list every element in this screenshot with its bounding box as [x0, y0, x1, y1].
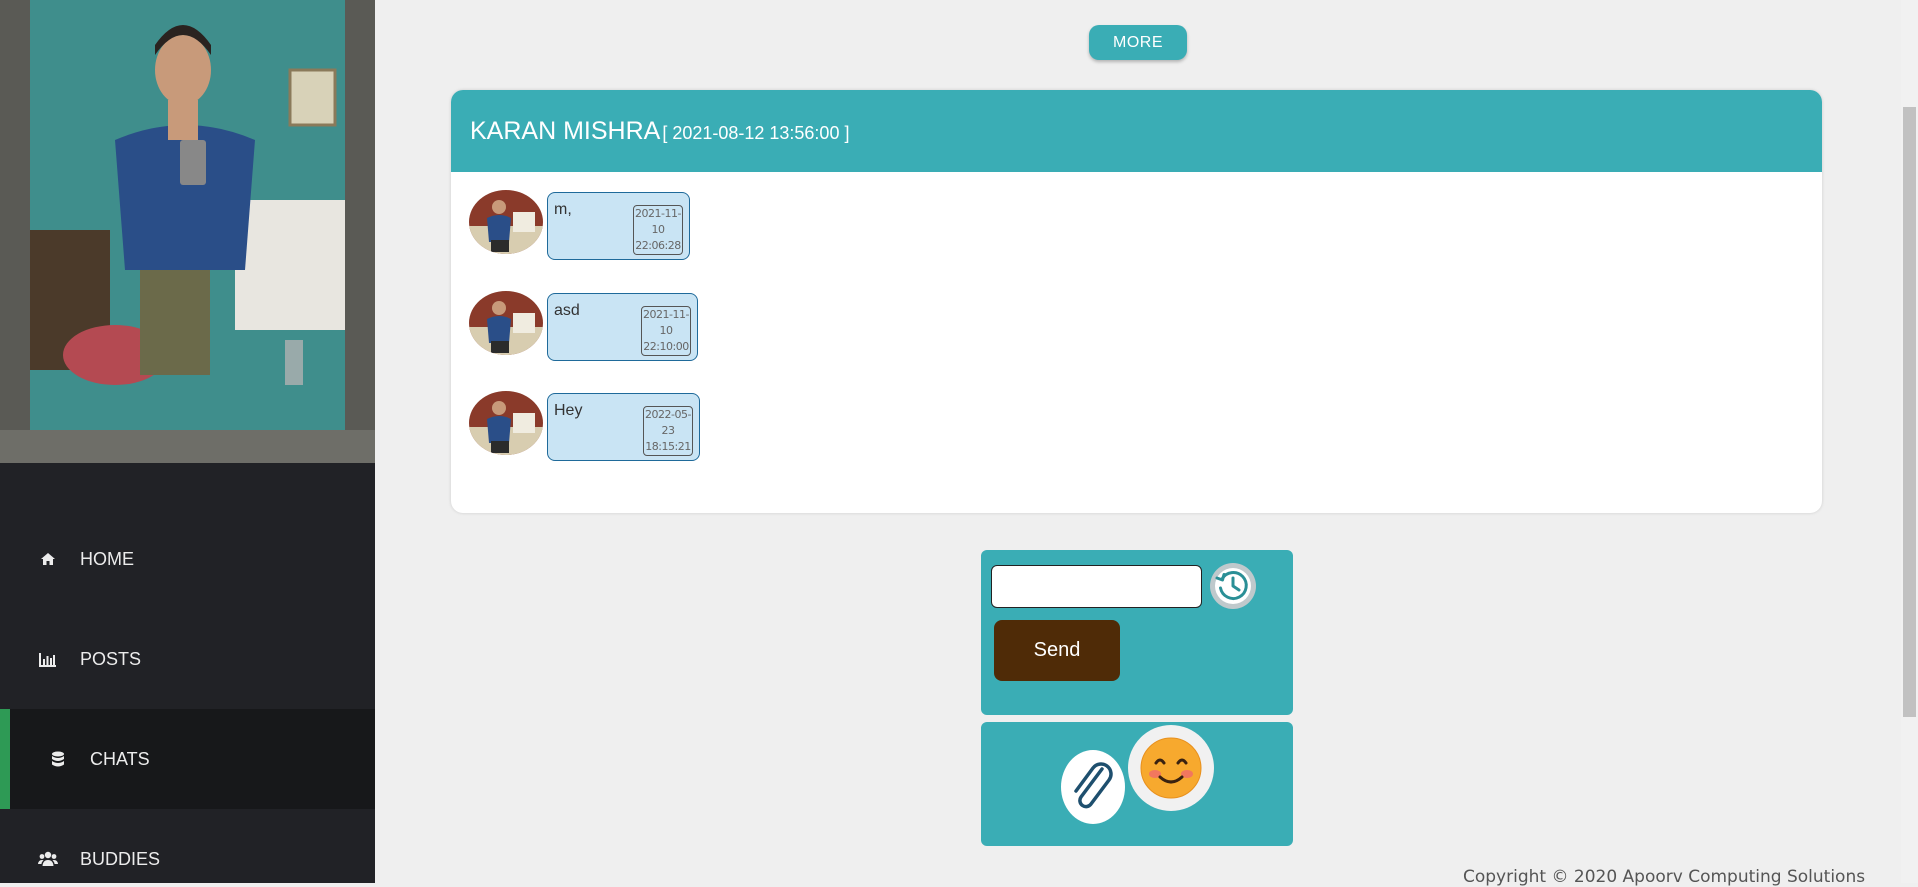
message-timestamp: 2022-05-23 18:15:21	[643, 406, 693, 456]
sidebar-item-buddies[interactable]: BUDDIES	[0, 809, 375, 883]
page-scrollbar[interactable]	[1901, 0, 1918, 883]
message-input[interactable]	[991, 565, 1202, 608]
more-button[interactable]: MORE	[1089, 25, 1187, 60]
smiley-icon	[1140, 737, 1202, 799]
message-timestamp: 2021-11-10 22:06:28	[633, 205, 683, 255]
message-bubble: Hey 2022-05-23 18:15:21	[547, 393, 700, 461]
chat-contact-name: KARAN MISHRA	[470, 116, 661, 145]
compose-box: Send	[981, 550, 1293, 715]
emoji-button[interactable]	[1128, 725, 1214, 811]
sidebar-item-posts[interactable]: POSTS	[0, 609, 375, 709]
message-date: 2022-05-23	[645, 408, 691, 437]
message-time: 18:15:21	[645, 440, 691, 453]
message-time: 22:06:28	[635, 239, 681, 252]
sidebar-item-label: BUDDIES	[80, 848, 161, 869]
history-button[interactable]	[1210, 563, 1256, 609]
send-button[interactable]: Send	[994, 620, 1120, 681]
profile-photo	[0, 0, 375, 463]
users-icon	[38, 849, 58, 869]
sidebar-item-label: HOME	[80, 548, 134, 569]
sidebar-item-label: POSTS	[80, 648, 142, 669]
message-row: Hey 2022-05-23 18:15:21	[469, 391, 700, 461]
history-icon	[1215, 568, 1251, 604]
message-row: asd 2021-11-10 22:10:00	[469, 291, 698, 361]
chat-date: [ 2021-08-12 13:56:00 ]	[662, 122, 850, 143]
database-icon	[48, 749, 68, 769]
sidebar: HOME POSTS CHATS BUDDIES	[0, 0, 375, 883]
paperclip-icon	[1074, 762, 1113, 809]
message-text: m,	[554, 201, 572, 218]
message-time: 22:10:00	[643, 340, 689, 353]
bar-chart-icon	[38, 649, 58, 669]
chat-card: KARAN MISHRA [ 2021-08-12 13:56:00 ] m, …	[451, 90, 1822, 513]
sidebar-nav: HOME POSTS CHATS BUDDIES	[0, 509, 375, 883]
message-text: asd	[554, 302, 580, 319]
message-timestamp: 2021-11-10 22:10:00	[641, 306, 691, 356]
scrollbar-thumb[interactable]	[1903, 107, 1916, 717]
copyright-text: Copyright © 2020 Apoorv Computing Soluti…	[1463, 867, 1866, 887]
avatar	[469, 391, 543, 455]
message-date: 2021-11-10	[643, 308, 689, 337]
message-row: m, 2021-11-10 22:06:28	[469, 190, 690, 260]
sidebar-item-home[interactable]: HOME	[0, 509, 375, 609]
avatar	[469, 190, 543, 254]
avatar	[469, 291, 543, 355]
sidebar-item-chats[interactable]: CHATS	[0, 709, 375, 809]
attachment-box	[981, 722, 1293, 846]
profile-photo-image	[0, 0, 375, 463]
home-icon	[38, 549, 58, 569]
message-bubble: m, 2021-11-10 22:06:28	[547, 192, 690, 260]
sidebar-item-label: CHATS	[90, 748, 150, 769]
chat-header: KARAN MISHRA [ 2021-08-12 13:56:00 ]	[451, 90, 1822, 172]
attach-button[interactable]	[1061, 750, 1125, 824]
message-bubble: asd 2021-11-10 22:10:00	[547, 293, 698, 361]
message-date: 2021-11-10	[635, 207, 681, 236]
message-text: Hey	[554, 402, 583, 419]
